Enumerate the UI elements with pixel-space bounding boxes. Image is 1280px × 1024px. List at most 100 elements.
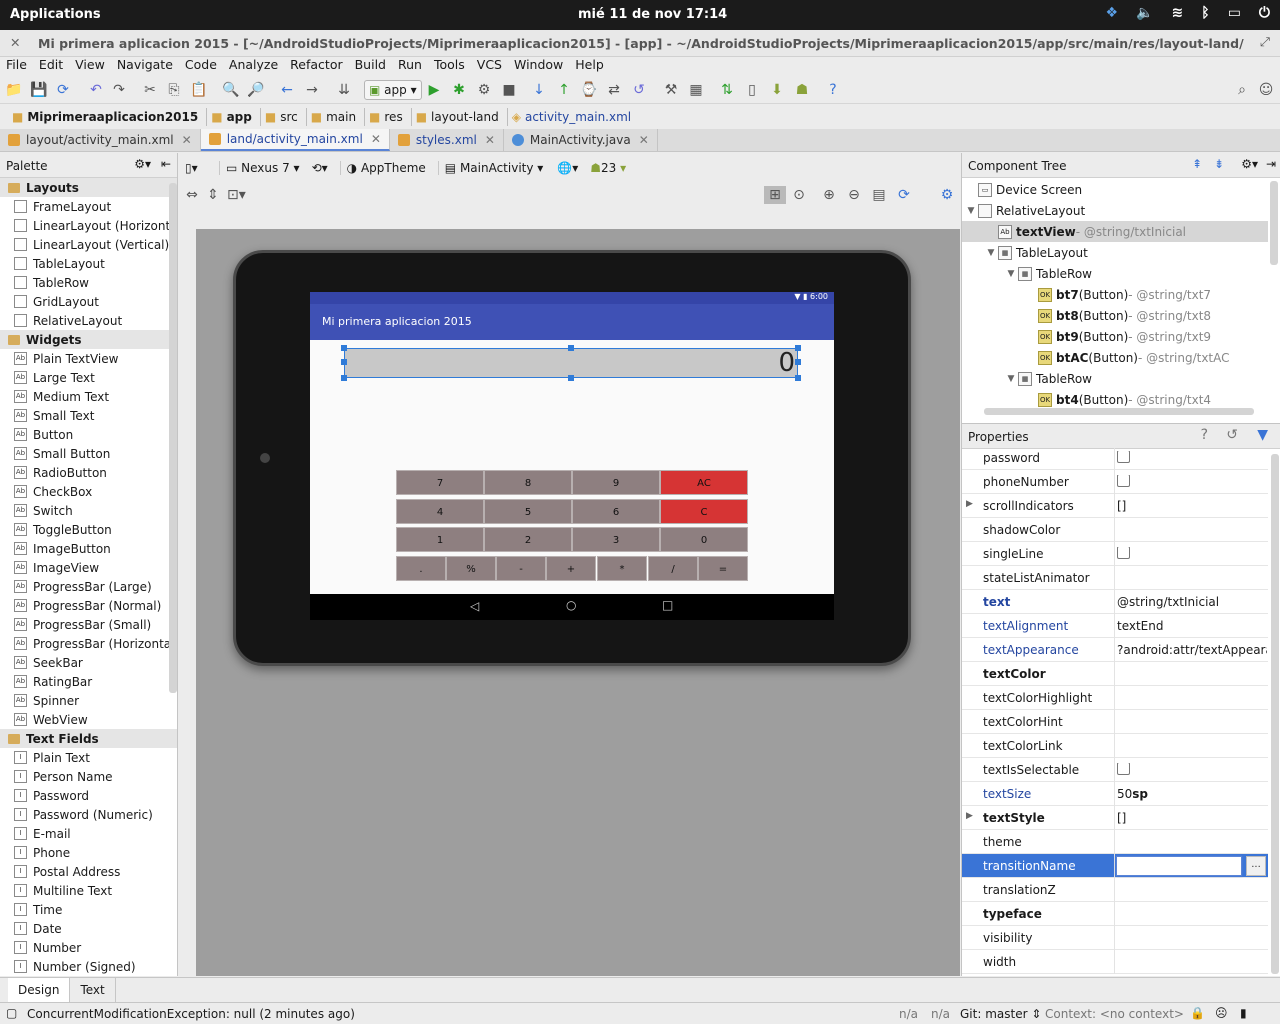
restore-default-icon[interactable]: ↺	[1226, 427, 1238, 443]
calc-button-0[interactable]: 0	[660, 527, 748, 552]
tree-scrollbar-vertical[interactable]	[1270, 181, 1278, 265]
expand-toggle-icon[interactable]: ▼	[1004, 374, 1018, 384]
tree-node-tablerow[interactable]: ▼ ▦ TableRow	[962, 263, 1268, 284]
help-icon[interactable]: ?	[824, 81, 842, 99]
tree-node-btac[interactable]: OK btAC (Button) - @string/txtAC	[962, 347, 1268, 368]
palette-item-plain-text[interactable]: I Plain Text	[0, 748, 177, 767]
vcs-compare-icon[interactable]: ⇄	[605, 81, 623, 99]
gradle-sync-icon[interactable]: ⇅	[718, 81, 736, 99]
property-row-theme[interactable]: theme	[962, 830, 1268, 854]
device-select[interactable]: ▭ Nexus 7 ▾	[219, 161, 300, 175]
transition-name-input[interactable]	[1116, 856, 1242, 876]
palette-item-password[interactable]: I Password	[0, 786, 177, 805]
tab-design[interactable]: Design	[8, 978, 71, 1002]
palette-group-text-fields[interactable]: Text Fields	[0, 729, 177, 748]
palette-item-button[interactable]: Ab Button	[0, 425, 177, 444]
palette-item-linearlayout-vertical[interactable]: LinearLayout (Vertical)	[0, 235, 177, 254]
tree-scrollbar-horizontal[interactable]	[984, 408, 1254, 415]
expand-horizontal-icon[interactable]: ⇔	[183, 186, 201, 204]
expand-property-icon[interactable]: ▶	[966, 499, 973, 509]
calc-button-minus[interactable]: -	[496, 556, 546, 581]
palette-item-relativelayout[interactable]: RelativeLayout	[0, 311, 177, 330]
dropbox-icon[interactable]: ❖	[1106, 5, 1119, 21]
save-icon[interactable]: 💾	[30, 81, 48, 99]
clock[interactable]: mié 11 de nov 17:14	[578, 7, 727, 22]
user-icon[interactable]: ☺	[1257, 81, 1275, 99]
calc-button-equals[interactable]: =	[698, 556, 748, 581]
palette-item-multiline-text[interactable]: I Multiline Text	[0, 881, 177, 900]
calc-button-c[interactable]: C	[660, 498, 748, 524]
expand-property-icon[interactable]: ▶	[966, 811, 973, 821]
filter-icon[interactable]: ▼	[1257, 427, 1268, 443]
palette-item-small-button[interactable]: Ab Small Button	[0, 444, 177, 463]
calc-button-plus[interactable]: +	[546, 556, 596, 581]
property-row-phonenumber[interactable]: phoneNumber	[962, 470, 1268, 494]
maximize-icon[interactable]: ⤢	[1260, 34, 1270, 50]
tree-node-bt8[interactable]: OK bt8 (Button) - @string/txt8	[962, 305, 1268, 326]
debug-icon[interactable]: ✱	[450, 81, 468, 99]
property-row-singleline[interactable]: singleLine	[962, 542, 1268, 566]
calc-button-multiply[interactable]: *	[597, 556, 647, 581]
palette-item-password-numeric[interactable]: I Password (Numeric)	[0, 805, 177, 824]
git-branch[interactable]: Git: master ⇕	[960, 1007, 1041, 1021]
breadcrumb-layout-land[interactable]: ■ layout-land	[412, 108, 508, 126]
palette-item-progressbar-horizontal[interactable]: Ab ProgressBar (Horizontal)	[0, 634, 177, 653]
forward-icon[interactable]: →	[303, 81, 321, 99]
palette-item-progressbar-normal[interactable]: Ab ProgressBar (Normal)	[0, 596, 177, 615]
sync-icon[interactable]: ⟳	[54, 81, 72, 99]
tree-node-relativelayout[interactable]: ▼ RelativeLayout	[962, 200, 1268, 221]
breadcrumb-src[interactable]: ■ src	[261, 108, 307, 126]
calc-button-3[interactable]: 3	[572, 527, 660, 552]
close-tab-icon[interactable]: ✕	[485, 133, 495, 147]
applications-menu[interactable]: Applications	[10, 7, 101, 22]
tab-main-activity[interactable]: MainActivity.java ✕	[504, 129, 658, 151]
calc-button-5[interactable]: 5	[484, 498, 572, 524]
calc-button-2[interactable]: 2	[484, 527, 572, 552]
textisselectable-checkbox[interactable]	[1117, 763, 1130, 775]
design-canvas[interactable]: ▼ ▮ 6:00 Mi primera aplicacion 2015 0 78…	[196, 229, 960, 976]
calc-button-1[interactable]: 1	[396, 527, 484, 552]
property-row-textappearance[interactable]: textAppearance ?android:attr/textAppearan	[962, 638, 1268, 662]
lock-icon[interactable]: 🔒	[1190, 1006, 1205, 1020]
property-row-textcolor[interactable]: textColor	[962, 662, 1268, 686]
nav-home-icon[interactable]: ○	[566, 598, 576, 612]
palette-item-e-mail[interactable]: I E-mail	[0, 824, 177, 843]
vcs-history-icon[interactable]: ⌚	[580, 81, 598, 99]
zoom-fit-icon[interactable]: ⊙	[790, 186, 808, 204]
tree-node-device-screen[interactable]: ▭ Device Screen	[962, 179, 1268, 200]
palette-item-postal-address[interactable]: I Postal Address	[0, 862, 177, 881]
tree-node-bt4[interactable]: OK bt4 (Button) - @string/txt4	[962, 389, 1268, 407]
property-value[interactable]: []	[1117, 811, 1267, 825]
theme-select[interactable]: ◑ AppTheme	[339, 161, 426, 175]
tree-node-textview[interactable]: Ab textView - @string/txtInicial	[962, 221, 1268, 242]
browse-button[interactable]: ...	[1246, 856, 1266, 876]
property-row-textcolorhint[interactable]: textColorHint	[962, 710, 1268, 734]
replace-icon[interactable]: 🔎	[247, 81, 265, 99]
screenshot-icon[interactable]: ▤	[870, 186, 888, 204]
menu-vcs[interactable]: VCS	[471, 57, 508, 76]
help-icon[interactable]: ?	[1201, 427, 1208, 443]
gear-icon[interactable]: ⚙▾	[134, 157, 151, 171]
palette-item-gridlayout[interactable]: GridLayout	[0, 292, 177, 311]
palette-item-ratingbar[interactable]: Ab RatingBar	[0, 672, 177, 691]
close-tab-icon[interactable]: ✕	[182, 133, 192, 147]
property-row-textalignment[interactable]: textAlignment textEnd	[962, 614, 1268, 638]
close-icon[interactable]: ✕	[10, 35, 20, 50]
palette-item-tablelayout[interactable]: TableLayout	[0, 254, 177, 273]
locale-icon[interactable]: 🌐▾	[557, 161, 578, 175]
expand-vertical-icon[interactable]: ⇕	[204, 186, 222, 204]
collapse-all-icon[interactable]: ⇟	[1214, 157, 1224, 171]
android-monitor-icon[interactable]: ☗	[793, 81, 811, 99]
palette-item-progressbar-small[interactable]: Ab ProgressBar (Small)	[0, 615, 177, 634]
tree-node-bt9[interactable]: OK bt9 (Button) - @string/txt9	[962, 326, 1268, 347]
property-row-textcolorlink[interactable]: textColorLink	[962, 734, 1268, 758]
palette-item-number[interactable]: I Number	[0, 938, 177, 957]
event-log-icon[interactable]: ▮	[1240, 1006, 1247, 1020]
attach-debugger-icon[interactable]: ⚙	[475, 81, 493, 99]
palette-item-togglebutton[interactable]: Ab ToggleButton	[0, 520, 177, 539]
back-icon[interactable]: ←	[278, 81, 296, 99]
tree-node-bt7[interactable]: OK bt7 (Button) - @string/txt7	[962, 284, 1268, 305]
expand-toggle-icon[interactable]: ▼	[1004, 269, 1018, 279]
palette-item-imagebutton[interactable]: Ab ImageButton	[0, 539, 177, 558]
status-message[interactable]: ConcurrentModificationException: null (2…	[27, 1007, 355, 1021]
